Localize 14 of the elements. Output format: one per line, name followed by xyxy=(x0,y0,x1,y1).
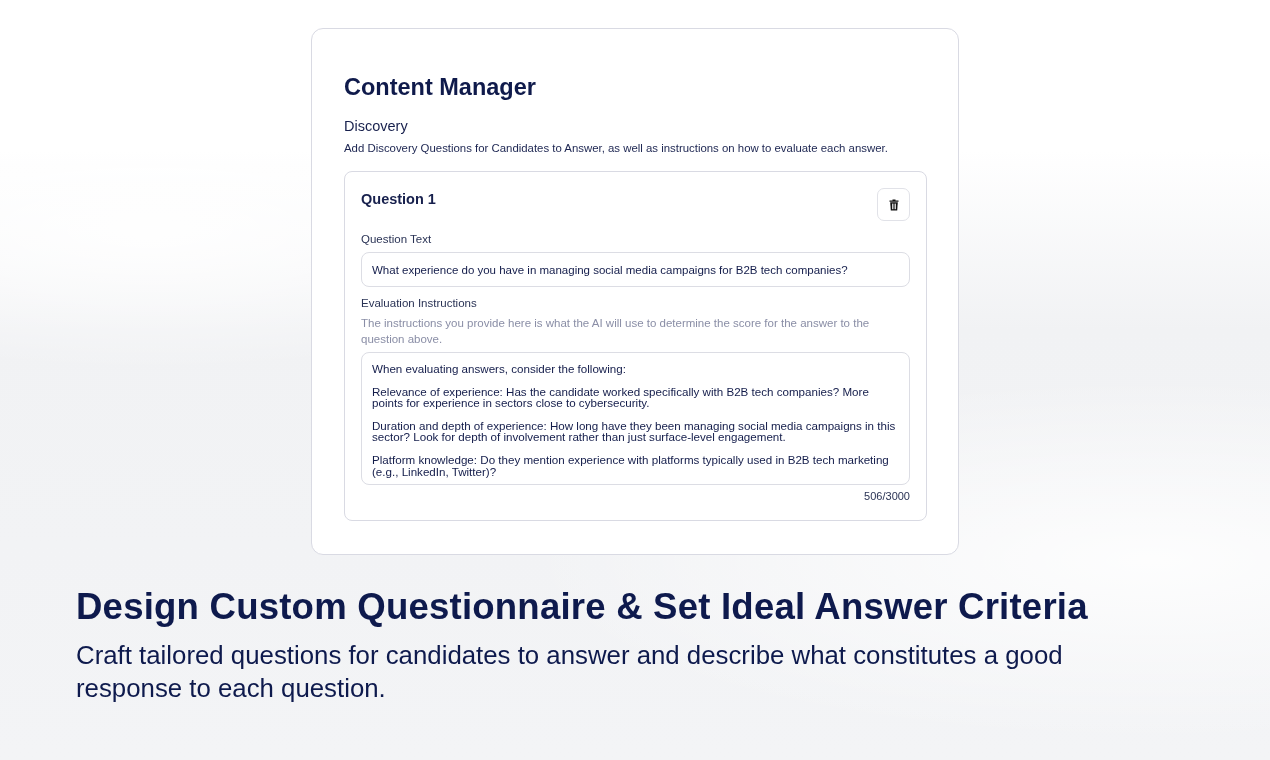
field-label: Question Text xyxy=(361,232,433,247)
evaluation-instructions-field[interactable]: When evaluating answers, consider the following: Relevance of experience: Has the candidate worked specifically with B2B tech companies? More points for experience in sectors close to cybersecurity. Duration and depth of experience: How long have they been managing social media campaigns in this sector? Look for depth of involvement rather than just surface-level engagement. Platform knowledge: Do they mention experience with platforms typically used in B2B tech marketing (e.g., LinkedIn, Twitter)? xyxy=(361,352,910,485)
hero-heading: Design Custom Questionnaire & Set Ideal Answer Criteria xyxy=(76,585,1089,629)
panel-title: Content Manager xyxy=(344,73,537,101)
section-description: Add Discovery Questions for Candidates to Answer, as well as instructions on how to evaluate each answer. xyxy=(344,141,889,155)
section-title: Discovery xyxy=(344,117,409,136)
delete-button[interactable] xyxy=(877,188,910,221)
question-text-field[interactable]: What experience do you have in managing social media campaigns for B2B tech companies? xyxy=(361,252,910,287)
hero-subtitle: Craft tailored questions for candidates to answer and describe what constitutes a good response to each question. xyxy=(76,640,1064,704)
character-counter: 506/3000 xyxy=(863,489,910,503)
help-text: The instructions you provide here is what the AI will use to determine the score for the answer to the question above. xyxy=(361,316,871,347)
trash-icon xyxy=(888,198,899,211)
question-title: Question 1 xyxy=(361,190,436,209)
field-label: Evaluation Instructions xyxy=(361,296,478,311)
